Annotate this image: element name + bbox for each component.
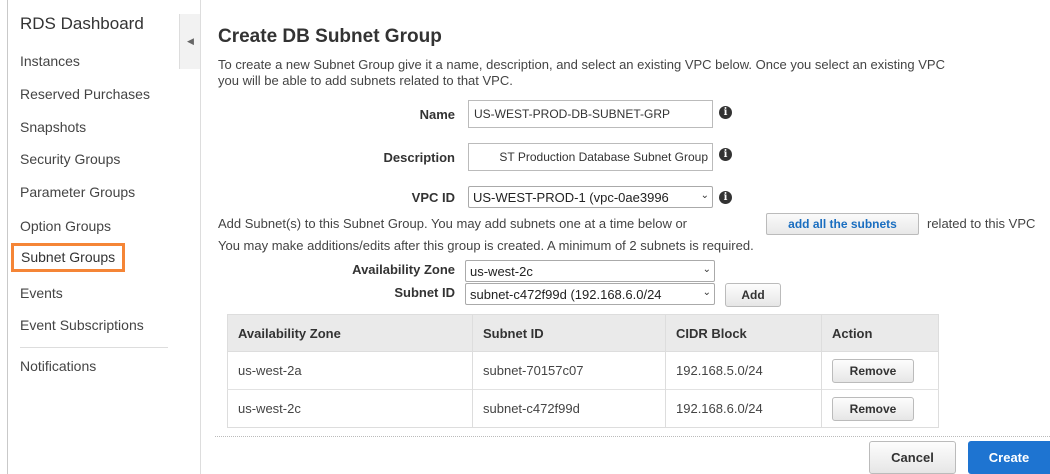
remove-button[interactable]: Remove — [832, 396, 914, 421]
column-header-subnet-id: Subnet ID — [472, 314, 666, 352]
sidebar-divider — [20, 347, 168, 348]
sidebar-item-snapshots[interactable]: Snapshots — [20, 119, 86, 135]
name-field[interactable]: US-WEST-PROD-DB-SUBNET-GRP — [468, 100, 713, 128]
info-icon[interactable]: i — [719, 191, 732, 204]
column-header-action: Action — [821, 314, 939, 352]
column-header-availability-zone: Availability Zone — [227, 314, 473, 352]
vpc-select[interactable]: US-WEST-PROD-1 (vpc-0ae3996 ⌄ — [468, 186, 713, 208]
name-label: Name — [419, 107, 455, 122]
description-value: ST Production Database Subnet Group — [499, 150, 708, 164]
sidebar-item-subnet-groups[interactable]: Subnet Groups — [11, 243, 126, 272]
table-header-row: Availability Zone Subnet ID CIDR Block A… — [227, 314, 939, 352]
subnet-id-label: Subnet ID — [394, 285, 455, 300]
create-button[interactable]: Create — [968, 441, 1050, 474]
availability-zone-value: us-west-2c — [470, 263, 533, 279]
subnet-id-select[interactable]: subnet-c472f99d (192.168.6.0/24 ⌄ — [465, 283, 715, 305]
sidebar-item-notifications[interactable]: Notifications — [20, 358, 96, 374]
page-title: Create DB Subnet Group — [218, 26, 442, 47]
availability-zone-select[interactable]: us-west-2c ⌄ — [465, 260, 715, 282]
remove-button[interactable]: Remove — [832, 358, 914, 383]
cell-cidr-block: 192.168.5.0/24 — [665, 351, 822, 390]
chevron-down-icon: ⌄ — [700, 264, 711, 275]
sidebar-item-instances[interactable]: Instances — [20, 53, 80, 69]
sidebar-collapse-button[interactable]: ◀ — [179, 14, 201, 69]
sidebar-item-parameter-groups[interactable]: Parameter Groups — [20, 184, 135, 200]
sidebar-item-security-groups[interactable]: Security Groups — [20, 151, 120, 167]
info-icon[interactable]: i — [719, 106, 732, 119]
chevron-left-icon: ◀ — [187, 36, 194, 46]
footer-divider — [215, 436, 1050, 437]
chevron-down-icon: ⌄ — [700, 287, 711, 298]
cancel-button[interactable]: Cancel — [869, 441, 956, 474]
description-label: Description — [383, 150, 455, 165]
subnet-note: You may make additions/edits after this … — [218, 238, 754, 253]
sidebar-item-events[interactable]: Events — [20, 285, 63, 301]
cell-cidr-block: 192.168.6.0/24 — [665, 389, 822, 428]
subnet-id-value: subnet-c472f99d (192.168.6.0/24 — [470, 286, 662, 302]
table-row: us-west-2c subnet-c472f99d 192.168.6.0/2… — [227, 389, 939, 428]
sidebar-item-event-subscriptions[interactable]: Event Subscriptions — [20, 317, 144, 333]
intro-text-line2: you will be able to add subnets related … — [218, 73, 513, 88]
vpc-label: VPC ID — [411, 190, 455, 205]
cell-subnet-id: subnet-c472f99d — [472, 389, 666, 428]
sidebar: RDS Dashboard Instances Reserved Purchas… — [8, 0, 178, 474]
add-all-subnets-button[interactable]: add all the subnets — [766, 213, 919, 235]
info-icon[interactable]: i — [719, 148, 732, 161]
cell-availability-zone: us-west-2c — [227, 389, 473, 428]
intro-text-line1: To create a new Subnet Group give it a n… — [218, 57, 945, 72]
add-subnet-text-after: related to this VPC — [927, 216, 1036, 231]
availability-zone-label: Availability Zone — [352, 262, 455, 277]
chevron-down-icon: ⌄ — [698, 190, 709, 201]
sidebar-item-option-groups[interactable]: Option Groups — [20, 218, 111, 234]
cell-action: Remove — [821, 351, 939, 390]
add-subnet-text: Add Subnet(s) to this Subnet Group. You … — [218, 216, 688, 231]
sidebar-title[interactable]: RDS Dashboard — [20, 14, 144, 34]
add-button[interactable]: Add — [725, 283, 781, 307]
subnets-table: Availability Zone Subnet ID CIDR Block A… — [227, 314, 939, 428]
table-row: us-west-2a subnet-70157c07 192.168.5.0/2… — [227, 351, 939, 390]
cell-action: Remove — [821, 389, 939, 428]
vpc-value: US-WEST-PROD-1 (vpc-0ae3996 — [473, 189, 669, 205]
sidebar-item-reserved-purchases[interactable]: Reserved Purchases — [20, 86, 150, 102]
cell-subnet-id: subnet-70157c07 — [472, 351, 666, 390]
cell-availability-zone: us-west-2a — [227, 351, 473, 390]
description-field[interactable]: ST Production Database Subnet Group — [468, 143, 713, 171]
column-header-cidr-block: CIDR Block — [665, 314, 822, 352]
main-divider — [200, 0, 201, 474]
